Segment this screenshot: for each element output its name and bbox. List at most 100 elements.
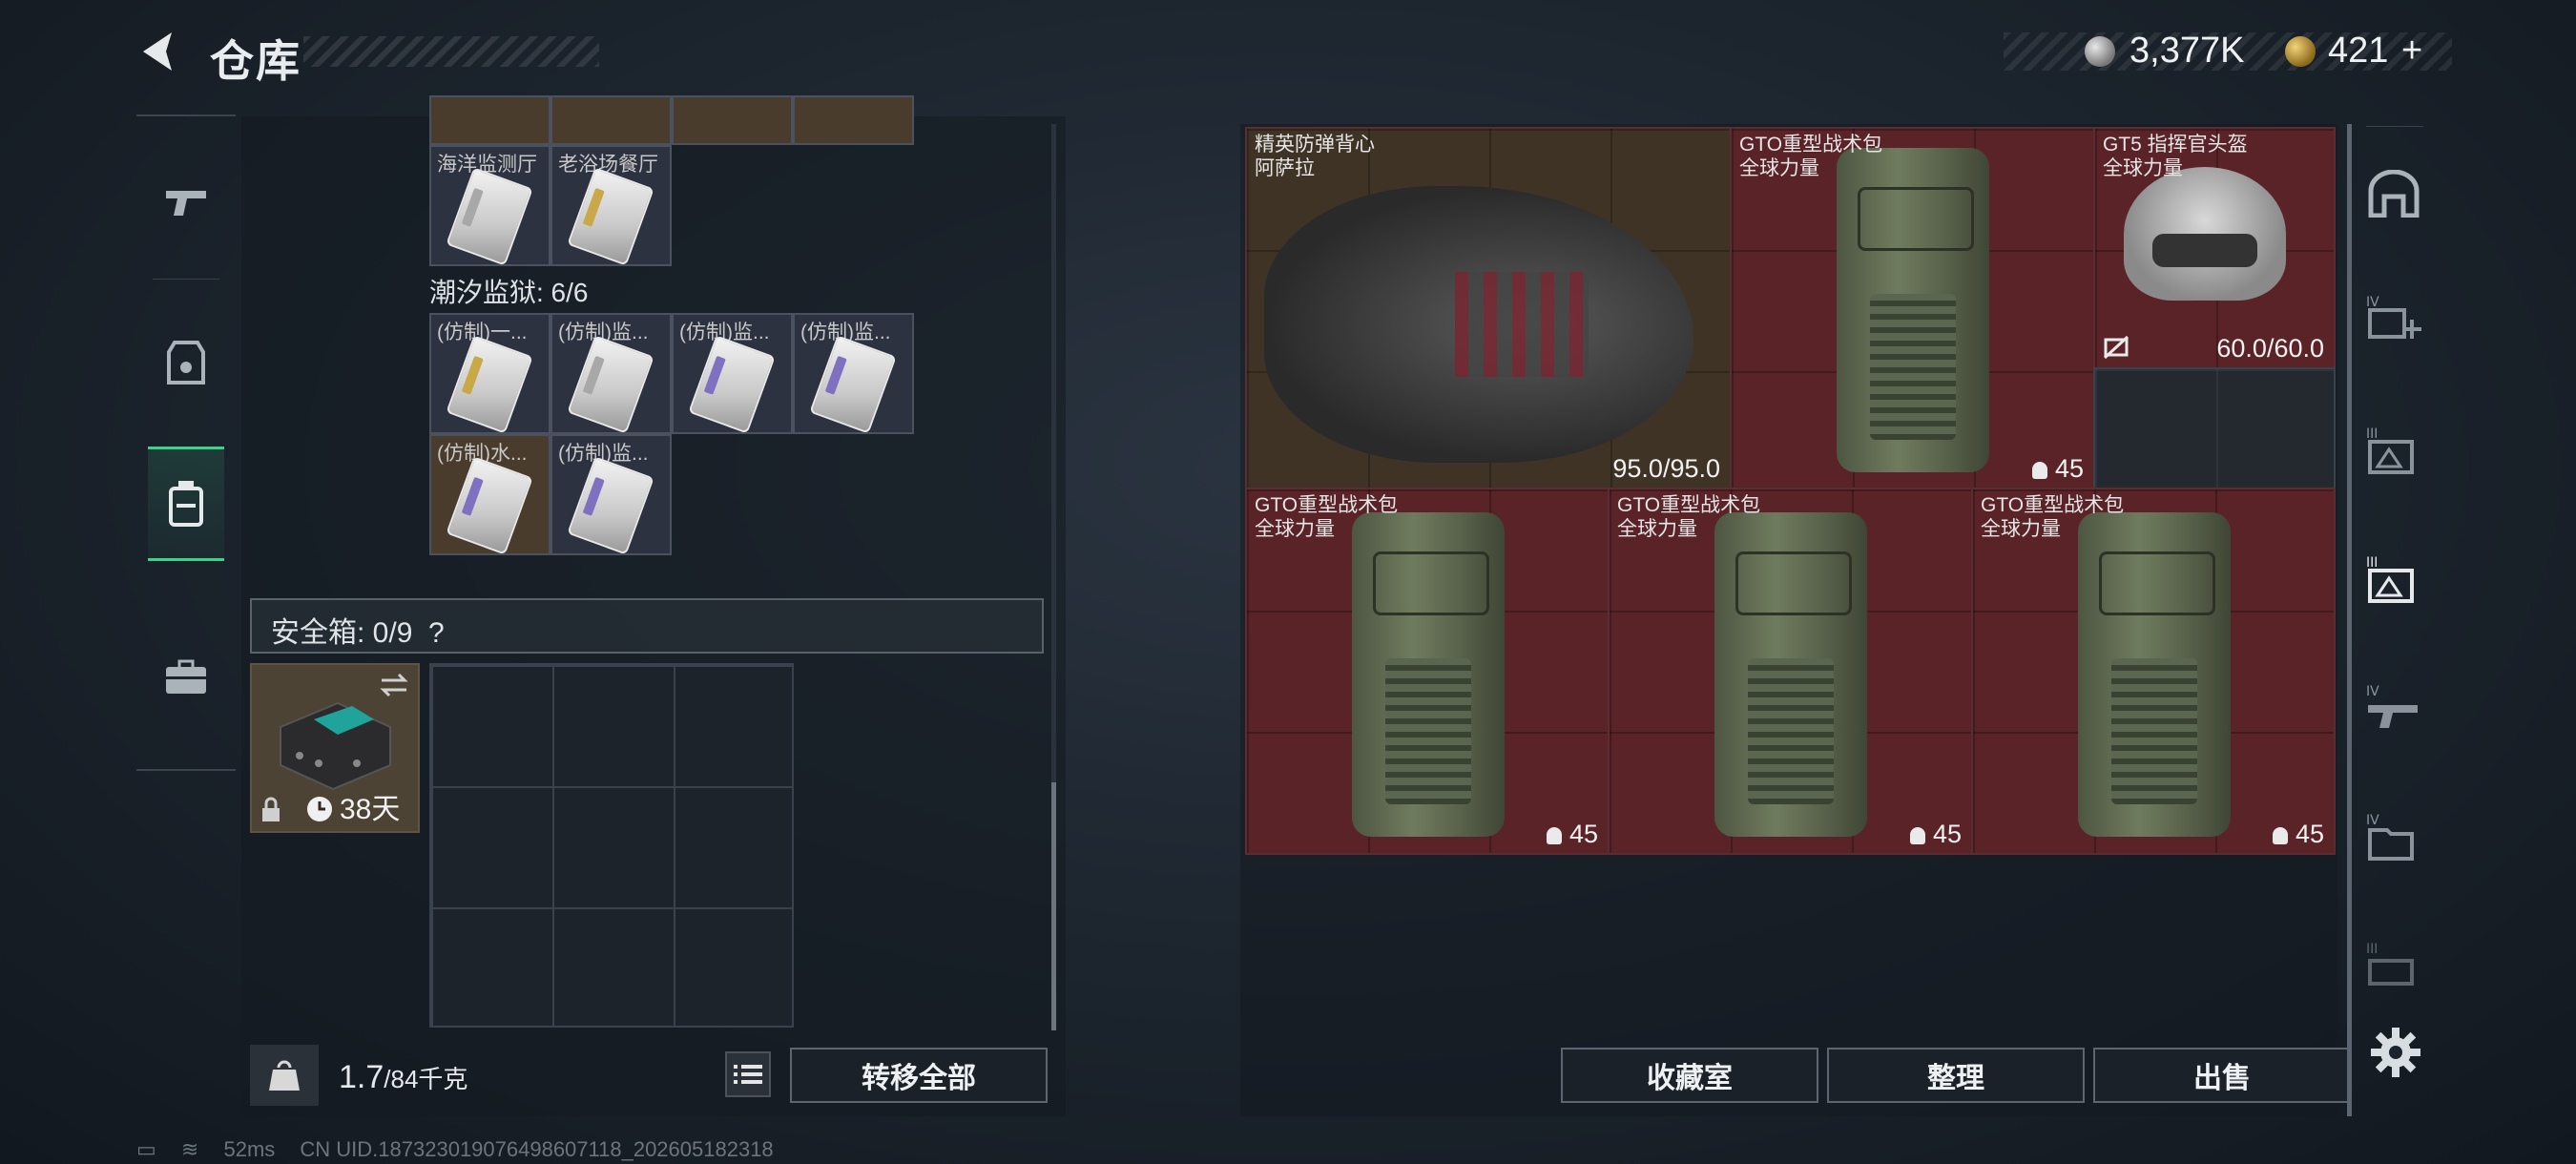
inventory-slot[interactable] [551, 95, 672, 145]
svg-text:IV: IV [2366, 295, 2379, 310]
keycard-slot[interactable]: (仿制)一... [429, 313, 551, 434]
keycard-slot[interactable]: (仿制)监... [551, 434, 672, 555]
svg-text:IV: IV [2366, 813, 2379, 828]
stash-image-icon: III [2366, 426, 2414, 474]
inventory-slot[interactable] [672, 95, 793, 145]
keycard-icon [567, 167, 654, 264]
uid-readout: CN UID.18732301907649860​7118_2026051823… [300, 1137, 774, 1161]
inventory-slot[interactable] [793, 95, 914, 145]
title-decoration [303, 36, 599, 67]
keycard-slot[interactable]: (仿制)监... [551, 313, 672, 434]
backpack-image [1837, 148, 1989, 472]
keycard-slot[interactable]: (仿制)监... [793, 313, 914, 434]
svg-text:III: III [2366, 426, 2378, 442]
item-backpack[interactable]: GTO重型战术包 全球力量 45 [1971, 488, 2336, 855]
page-title: 仓库 [210, 36, 301, 86]
arch-icon [2368, 170, 2420, 218]
tab-stash-4b[interactable]: IV [2364, 677, 2423, 737]
stash-add-icon: IV [2366, 295, 2421, 339]
keycard-icon [688, 335, 776, 432]
tab-divider [153, 279, 219, 280]
item-label: GT5 指挥官头盔 全球力量 [2103, 134, 2248, 179]
list-icon [734, 1065, 762, 1084]
safebox-item[interactable]: 38天 [250, 663, 420, 833]
tab-stash-4a[interactable]: IV [2364, 288, 2423, 347]
item-backpack[interactable]: GTO重型战术包 全球力量 45 [1608, 488, 1973, 855]
tab-stash-3c[interactable]: III [2364, 935, 2423, 994]
item-backpack[interactable]: GTO重型战术包 全球力量 45 [1245, 488, 1610, 855]
transfer-all-button[interactable]: 转移全部 [790, 1048, 1048, 1103]
organize-button[interactable]: 整理 [1827, 1048, 2085, 1103]
ping-readout: 52ms [223, 1137, 276, 1161]
collection-room-button[interactable]: 收藏室 [1561, 1048, 1818, 1103]
silver-coin-icon [2085, 36, 2115, 67]
safebox-case-icon [280, 701, 391, 791]
backpack-icon [169, 481, 203, 527]
tab-stash-4c[interactable]: IV [2364, 806, 2423, 865]
item-durability: 60.0/60.0 [2216, 334, 2324, 363]
weight-icon [269, 1060, 300, 1091]
safebox-title: 安全箱: 0/9 ? [271, 617, 445, 649]
tab-stash-3a[interactable]: III [2364, 420, 2423, 479]
item-helmet[interactable]: GT5 指挥官头盔 全球力量 60.0/60.0 [2093, 127, 2336, 369]
item-label: 精英防弹背心 阿萨拉 [1255, 134, 1375, 179]
inventory-slot[interactable] [429, 95, 551, 145]
empty-slot[interactable] [2093, 367, 2336, 489]
swap-icon[interactable] [378, 671, 410, 699]
stash-tool-icon: III [2366, 942, 2414, 986]
capacity-icon [2272, 827, 2288, 844]
tab-toolbox[interactable] [148, 620, 224, 735]
item-label: GTO重型战术包 全球力量 [1981, 494, 2125, 540]
left-scrollbar-thumb[interactable] [1051, 782, 1056, 1030]
safebox-duration: 38天 [340, 794, 401, 825]
keycard-icon [446, 335, 533, 432]
svg-text:IV: IV [2366, 684, 2379, 699]
item-label: GTO重型战术包 全球力量 [1739, 134, 1883, 179]
prison-section-title: 潮汐监狱: 6/6 [429, 278, 589, 307]
keycard-slot[interactable]: (仿制)水... [429, 434, 551, 555]
clock-icon [307, 797, 332, 821]
back-arrow-icon[interactable] [134, 27, 183, 76]
tab-weapons[interactable] [148, 145, 224, 260]
settings-gear-icon[interactable] [2369, 1026, 2422, 1079]
gold-amount: 421 [2328, 31, 2389, 71]
stash-weapon-icon: IV [2366, 684, 2418, 728]
add-currency-button[interactable]: + [2401, 31, 2422, 72]
item-backpack[interactable]: GTO重型战术包 全球力量 45 [1730, 127, 2095, 489]
briefcase-icon [166, 659, 206, 694]
capacity-icon [2031, 462, 2047, 479]
helmet-image [2124, 167, 2286, 301]
item-durability: 95.0/95.0 [1612, 454, 1720, 483]
backpack-image [1352, 512, 1505, 837]
weight-box [250, 1045, 319, 1106]
keycard-icon [567, 335, 654, 432]
keycard-icon [809, 335, 897, 432]
keycard-icon [446, 456, 533, 553]
tab-equipment[interactable] [148, 305, 224, 420]
item-capacity: 45 [2272, 820, 2324, 849]
item-vest[interactable]: 精英防弹背心 阿萨拉 95.0/95.0 [1245, 127, 1732, 489]
battery-icon: ▭ [136, 1137, 156, 1161]
tab-stash-overview[interactable] [2364, 164, 2423, 223]
keycard-slot[interactable]: 老浴场餐厅 [551, 145, 672, 266]
stash-image-icon: III [2366, 555, 2414, 603]
tab-backpack[interactable] [148, 447, 224, 561]
tab-stash-3b-active[interactable]: III [2364, 549, 2423, 608]
weight-readout: 1.7/84千克 [339, 1059, 468, 1095]
vest-icon [167, 341, 205, 385]
gold-coin-icon [2285, 36, 2316, 67]
silver-amount: 3,377K [2129, 31, 2245, 71]
status-footer: ▭ ≋ 52ms CN UID.18732301907649860​7118_2… [136, 1137, 793, 1162]
help-icon[interactable]: ? [428, 617, 445, 649]
lock-icon [262, 797, 280, 821]
no-repair-icon [2103, 335, 2129, 360]
list-view-button[interactable] [725, 1051, 771, 1097]
capacity-icon [1546, 827, 1562, 844]
safebox-grid[interactable] [429, 663, 794, 1028]
keycard-slot[interactable]: (仿制)监... [672, 313, 793, 434]
sell-button[interactable]: 出售 [2093, 1048, 2351, 1103]
item-capacity: 45 [1909, 820, 1962, 849]
item-label: GTO重型战术包 全球力量 [1617, 494, 1761, 540]
backpack-image [1714, 512, 1867, 837]
keycard-slot[interactable]: 海洋监测厅 [429, 145, 551, 266]
